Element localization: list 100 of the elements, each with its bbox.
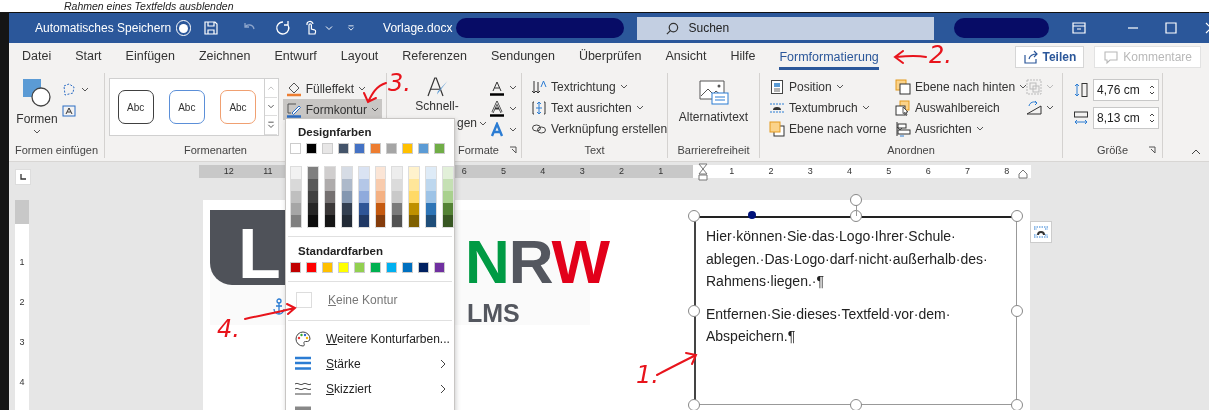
ribbon-tab[interactable]: Zeichnen <box>186 45 263 71</box>
color-swatch[interactable] <box>426 203 437 215</box>
color-swatch[interactable] <box>324 203 335 215</box>
text-fill-icon[interactable] <box>489 79 505 96</box>
caret-icon[interactable] <box>509 127 517 132</box>
search-field[interactable]: Suchen <box>637 16 935 40</box>
ribbon-button[interactable]: Ebene nach hinten <box>892 76 1022 97</box>
color-swatch[interactable] <box>392 191 403 203</box>
shapes-button[interactable]: Formen <box>13 75 61 140</box>
ribbon-button[interactable]: Position <box>766 76 892 97</box>
color-swatch[interactable] <box>426 191 437 203</box>
color-swatch[interactable] <box>409 179 420 191</box>
dialog-launcher-icon[interactable] <box>1148 146 1156 154</box>
ribbon-display-icon[interactable] <box>1071 20 1088 36</box>
color-swatch[interactable] <box>341 215 352 227</box>
ribbon-button[interactable]: Textumbruch <box>766 97 892 118</box>
color-swatch[interactable] <box>409 215 420 227</box>
color-swatch[interactable] <box>392 215 403 227</box>
ribbon-tab[interactable]: Start <box>63 45 114 71</box>
color-swatch[interactable] <box>291 203 301 215</box>
fill-button[interactable]: Fülleffekt <box>282 78 382 99</box>
color-swatch[interactable] <box>307 179 318 191</box>
color-swatch[interactable] <box>358 203 369 215</box>
redo-icon[interactable] <box>275 20 292 36</box>
resize-handle[interactable] <box>1011 304 1023 317</box>
color-swatch[interactable] <box>324 191 335 203</box>
indent-marker-icon[interactable] <box>1018 169 1028 179</box>
color-swatch[interactable] <box>409 203 420 215</box>
color-swatch[interactable] <box>392 203 403 215</box>
rotate-icon[interactable] <box>1026 99 1042 116</box>
color-swatch[interactable] <box>370 262 381 273</box>
color-swatch[interactable] <box>426 167 437 179</box>
ribbon-button[interactable]: Ausrichten <box>892 118 1022 139</box>
menu-item[interactable]: Weitere Konturfarben... <box>286 326 454 351</box>
color-swatch[interactable] <box>324 167 335 179</box>
color-swatch[interactable] <box>443 179 454 191</box>
ribbon-tab[interactable]: Entwurf <box>262 45 329 71</box>
resize-handle[interactable] <box>1011 210 1023 222</box>
color-swatch[interactable] <box>306 262 317 273</box>
resize-handle[interactable] <box>849 399 862 410</box>
color-swatch[interactable] <box>392 179 403 191</box>
collapse-ribbon-icon[interactable] <box>1191 149 1201 155</box>
ribbon-tab[interactable]: Referenzen <box>390 45 479 71</box>
color-swatch[interactable] <box>426 179 437 191</box>
menu-item[interactable]: Skizziert <box>286 376 454 401</box>
customize-icon[interactable] <box>347 25 356 31</box>
ribbon-button[interactable]: Text ausrichten <box>528 97 663 118</box>
style-preset[interactable]: Abc <box>220 90 256 124</box>
color-swatch[interactable] <box>307 203 318 215</box>
resize-handle[interactable] <box>849 210 862 222</box>
style-preset[interactable]: Abc <box>117 90 154 124</box>
color-swatch[interactable] <box>338 143 349 154</box>
color-swatch[interactable] <box>291 167 301 179</box>
indent-marker-icon[interactable] <box>698 163 708 181</box>
color-swatch[interactable] <box>375 179 386 191</box>
color-swatch[interactable] <box>418 143 429 154</box>
resize-handle[interactable] <box>688 399 700 410</box>
color-swatch[interactable] <box>392 167 403 179</box>
color-swatch[interactable] <box>409 167 420 179</box>
share-button[interactable]: Teilen <box>1014 45 1085 68</box>
resize-handle[interactable] <box>688 210 700 222</box>
maximize-icon[interactable] <box>1163 20 1180 36</box>
color-swatch[interactable] <box>341 179 352 191</box>
ribbon-tab[interactable]: Sendungen <box>478 45 567 71</box>
style-preset[interactable]: Abc <box>168 90 205 124</box>
ribbon-tab[interactable]: Hilfe <box>718 45 768 71</box>
color-swatch[interactable] <box>386 143 397 154</box>
color-swatch[interactable] <box>386 262 397 273</box>
color-swatch[interactable] <box>290 143 301 154</box>
height-field[interactable]: 4,76 cm <box>1093 79 1159 101</box>
color-swatch[interactable] <box>322 262 333 273</box>
color-swatch[interactable] <box>307 215 318 227</box>
color-swatch[interactable] <box>434 262 445 273</box>
color-swatch[interactable] <box>291 179 301 191</box>
dialog-launcher-icon[interactable] <box>509 146 517 154</box>
caret-icon[interactable] <box>509 85 517 90</box>
ribbon-tab[interactable]: Datei <box>10 45 64 71</box>
color-swatch[interactable] <box>370 143 381 154</box>
color-swatch[interactable] <box>358 191 369 203</box>
color-swatch[interactable] <box>290 262 301 273</box>
color-swatch[interactable] <box>418 262 429 273</box>
color-swatch[interactable] <box>354 143 365 154</box>
color-swatch[interactable] <box>402 262 413 273</box>
color-swatch[interactable] <box>434 143 445 154</box>
color-swatch[interactable] <box>307 167 318 179</box>
resize-handle[interactable] <box>688 304 700 317</box>
ribbon-button[interactable]: Ebene nach vorne <box>766 118 892 139</box>
text-outline-icon[interactable] <box>489 100 505 117</box>
color-swatch[interactable] <box>358 179 369 191</box>
resize-handle[interactable] <box>1011 399 1023 410</box>
color-swatch[interactable] <box>291 191 301 203</box>
save-icon[interactable] <box>203 20 220 36</box>
text-effects-icon[interactable] <box>489 121 505 138</box>
color-swatch[interactable] <box>426 215 437 227</box>
menu-item[interactable]: Stärke <box>286 351 454 376</box>
color-swatch[interactable] <box>291 215 301 227</box>
color-swatch[interactable] <box>358 215 369 227</box>
color-swatch[interactable] <box>324 215 335 227</box>
outline-button[interactable]: Formkontur <box>282 99 382 120</box>
ribbon-button[interactable]: Auswahlbereich <box>892 97 1022 118</box>
